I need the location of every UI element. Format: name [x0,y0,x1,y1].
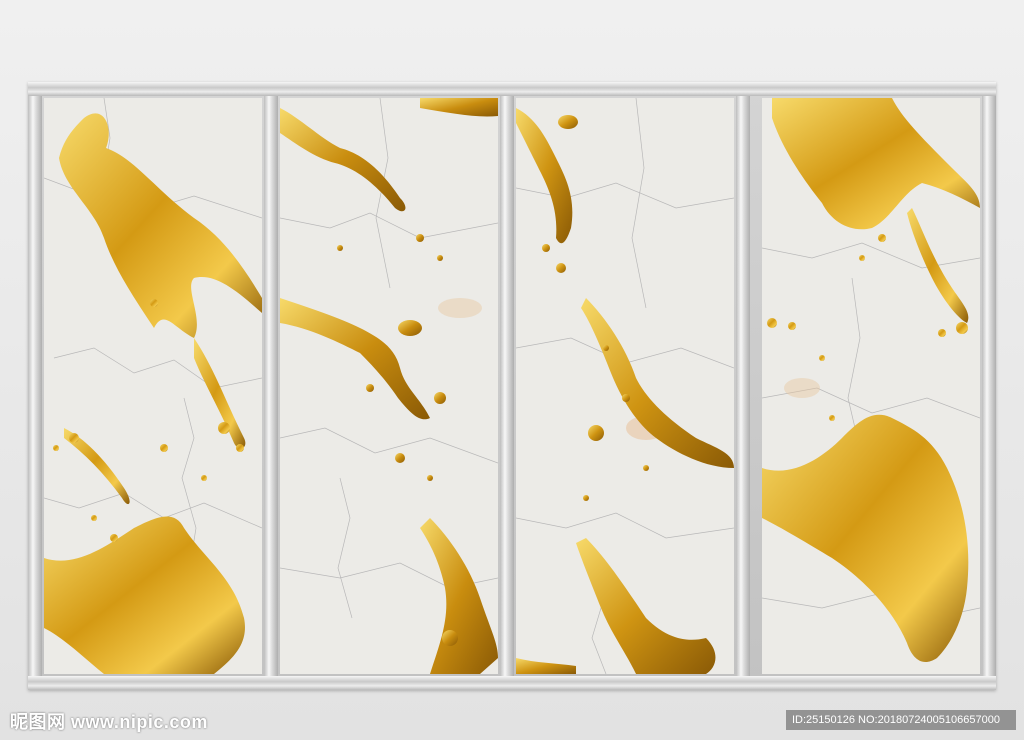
frame-post-left [28,96,42,676]
artwork-canvas: 昵图网 www.nipic.com ID:25150126 NO:2018072… [0,0,1024,740]
marble-panel-2 [280,98,498,674]
gold-splash-art-2 [280,98,498,674]
frame-post-2 [500,96,514,676]
gold-splash-art-4 [762,98,980,674]
marble-panel-4 [762,98,980,674]
gold-splash-art-3 [516,98,734,674]
marble-panel-3 [516,98,734,674]
watermark-site-label: 昵图网 www.nipic.com [10,712,208,732]
frame-post-1 [264,96,278,676]
frame-top-rail [28,82,996,96]
frame-post-right [982,96,996,676]
frame-post-3 [736,96,750,676]
gold-splash-art-1 [44,98,262,674]
metal-frame [28,82,996,690]
watermark-id-label: ID:25150126 NO:20180724005106657000 [786,710,1016,730]
frame-bottom-rail [28,676,996,690]
marble-panel-1 [44,98,262,674]
